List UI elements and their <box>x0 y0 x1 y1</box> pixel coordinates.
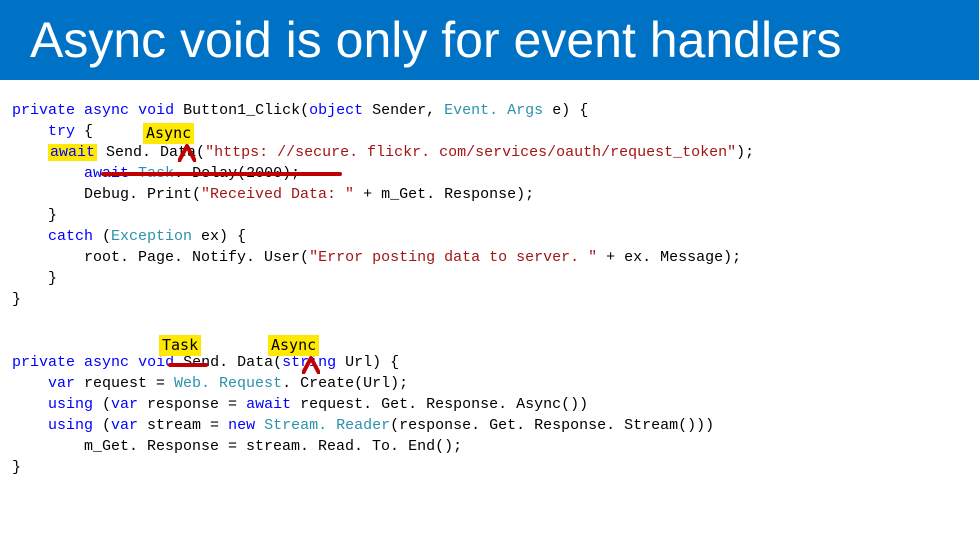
call-getresponse: request. Get. Response. Async()) <box>291 396 588 413</box>
code-pre: private async void Button1_Click(object … <box>12 100 967 478</box>
kw-async1: async <box>84 102 129 119</box>
debug-print: Debug. Print( <box>12 186 201 203</box>
sp2 <box>255 417 264 434</box>
assign-response: response = <box>138 396 246 413</box>
brace-close-method1: } <box>12 291 21 308</box>
strike-void <box>168 363 208 367</box>
annotation-task: Task <box>159 335 201 356</box>
kw-catch: catch <box>12 228 93 245</box>
paren-using1: ( <box>93 396 111 413</box>
assign-mget: m_Get. Response = stream. Read. To. End(… <box>12 438 462 455</box>
caret-mark-top <box>178 144 196 162</box>
code-block: private async void Button1_Click(object … <box>0 80 979 478</box>
blank1 <box>12 312 21 329</box>
kw-using2: using <box>12 417 93 434</box>
slide-title: Async void is only for event handlers <box>30 11 842 69</box>
cls-eventargs: Event. Args <box>444 102 543 119</box>
annotation-async-bottom: Async <box>268 335 319 356</box>
cls-streamreader: Stream. Reader <box>264 417 390 434</box>
strike-await-task-delay <box>101 172 342 176</box>
paren-catch: ( <box>93 228 111 245</box>
brace-close-catch: } <box>12 270 57 287</box>
blank2 <box>12 333 21 350</box>
assign-request: request = <box>75 375 174 392</box>
kw-var1: var <box>12 375 75 392</box>
kw-async2: async <box>84 354 129 371</box>
kw-await-hl: await <box>48 144 97 161</box>
str-url: "https: //secure. flickr. com/services/o… <box>205 144 736 161</box>
kw-new: new <box>228 417 255 434</box>
str-received: "Received Data: " <box>201 186 354 203</box>
cls-exception: Exception <box>111 228 192 245</box>
kw-await3: await <box>246 396 291 413</box>
concat-msg: + ex. Message); <box>597 249 741 266</box>
kw-var3: var <box>111 417 138 434</box>
ex-var: ex) { <box>192 228 246 245</box>
assign-stream: stream = <box>138 417 228 434</box>
notify-call: root. Page. Notify. User( <box>12 249 309 266</box>
concat-resp: + m_Get. Response); <box>354 186 534 203</box>
kw-private1: private <box>12 102 75 119</box>
caret-mark-bottom <box>302 356 320 374</box>
kw-using1: using <box>12 396 93 413</box>
kw-void1: void <box>138 102 174 119</box>
brace-close-try: } <box>12 207 57 224</box>
kw-object: object <box>309 102 363 119</box>
create-call: . Create(Url); <box>282 375 408 392</box>
call-getstream: (response. Get. Response. Stream())) <box>390 417 714 434</box>
title-bar: Async void is only for event handlers <box>0 0 979 80</box>
method-name1: Button1_Click( <box>183 102 309 119</box>
param-url: Url) { <box>336 354 399 371</box>
cls-webrequest: Web. Request <box>174 375 282 392</box>
annotation-async-top: Async <box>143 123 194 144</box>
kw-private2: private <box>12 354 75 371</box>
semi1: ); <box>736 144 754 161</box>
brace-open1: e) { <box>543 102 588 119</box>
brace-close-method2: } <box>12 459 21 476</box>
kw-var2: var <box>111 396 138 413</box>
brace-try: { <box>75 123 93 140</box>
param-sender: Sender, <box>363 102 444 119</box>
kw-try: try <box>12 123 75 140</box>
paren-using2: ( <box>93 417 111 434</box>
str-error: "Error posting data to server. " <box>309 249 597 266</box>
